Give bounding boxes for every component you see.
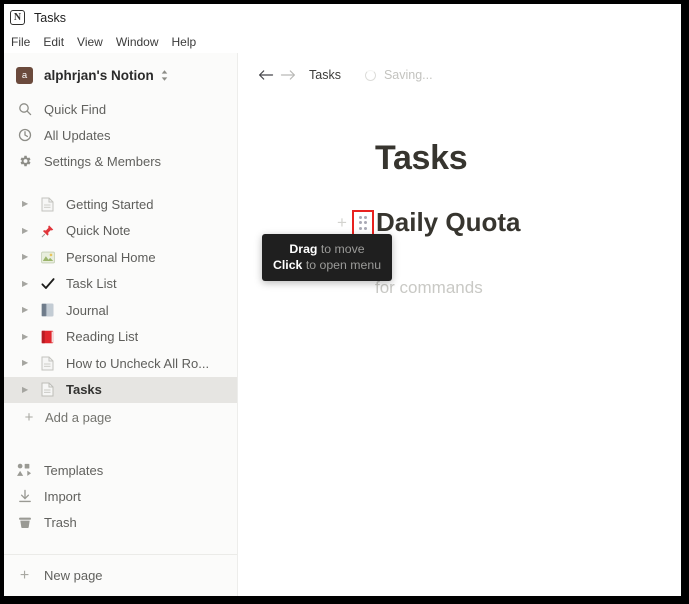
window-title: Tasks	[34, 10, 66, 25]
document-icon	[39, 196, 56, 213]
sidebar-item-label: Trash	[44, 514, 77, 530]
import-icon	[16, 488, 33, 505]
window-titlebar: N Tasks	[4, 4, 681, 31]
pushpin-icon	[39, 222, 56, 239]
spinner-icon	[364, 69, 376, 81]
chevron-right-icon[interactable]: ▶	[22, 359, 34, 367]
clock-icon	[16, 127, 33, 144]
block-heading-text[interactable]: Daily Quota	[376, 207, 520, 238]
notion-logo-icon: N	[10, 10, 25, 25]
sidebar-item-quick-note[interactable]: ▶ Quick Note	[4, 218, 237, 245]
sidebar-item-settings-members[interactable]: Settings & Members	[4, 148, 237, 174]
sidebar-item-label: Tasks	[66, 382, 102, 398]
menu-bar: File Edit View Window Help	[4, 31, 681, 53]
sidebar-item-label: Settings & Members	[44, 153, 162, 169]
sidebar-item-personal-home[interactable]: ▶ Personal Home	[4, 244, 237, 271]
sidebar-pages-group: ▶ Getting Started ▶ Quick Note ▶ Persona…	[4, 191, 237, 431]
sidebar-item-label: Task List	[66, 276, 117, 292]
templates-icon	[16, 462, 33, 479]
sidebar-item-label: Reading List	[66, 329, 139, 345]
save-status-text: Saving...	[383, 68, 433, 82]
new-page-label: New page	[44, 568, 103, 583]
sidebar-item-trash[interactable]: Trash	[4, 509, 237, 535]
house-picture-icon	[39, 249, 56, 266]
plus-icon[interactable]: +	[333, 212, 351, 234]
block-placeholder[interactable]: for commands	[375, 278, 483, 298]
workspace-name: alphrjan's Notion	[44, 67, 154, 83]
document-icon	[39, 355, 56, 372]
drag-handle-tooltip: Drag to move Click to open menu	[262, 234, 393, 281]
app-body: a alphrjan's Notion Quick Find All Updat…	[4, 53, 681, 596]
menu-item-edit[interactable]: Edit	[43, 35, 64, 49]
sidebar-item-all-updates[interactable]: All Updates	[4, 122, 237, 148]
chevron-right-icon[interactable]: ▶	[22, 306, 34, 314]
sidebar-item-import[interactable]: Import	[4, 483, 237, 509]
chevron-right-icon[interactable]: ▶	[22, 332, 34, 341]
avatar: a	[16, 66, 33, 84]
sidebar-item-label: Templates	[44, 462, 104, 478]
chevron-right-icon[interactable]: ▶	[22, 200, 34, 208]
sidebar-item-label: Quick Note	[66, 223, 131, 239]
chevron-right-icon[interactable]: ▶	[22, 253, 34, 261]
blue-book-icon	[39, 302, 56, 319]
trash-icon	[16, 514, 33, 531]
app-window: N Tasks File Edit View Window Help a alp…	[4, 4, 681, 596]
sidebar-item-tasks[interactable]: ▶ Tasks	[4, 376, 237, 403]
drag-handle-dots-icon[interactable]	[358, 215, 368, 230]
tooltip-line-1-rest: to move	[317, 242, 365, 256]
sidebar-utility-group: Templates Import Trash	[4, 457, 237, 535]
arrow-right-icon[interactable]	[277, 64, 299, 86]
sidebar-item-task-list[interactable]: ▶ Task List	[4, 271, 237, 298]
breadcrumb[interactable]: Tasks	[309, 68, 341, 82]
plus-icon: +	[19, 566, 30, 584]
workspace-switcher[interactable]: a alphrjan's Notion	[4, 58, 237, 92]
tooltip-line-1: Drag to move	[273, 241, 381, 257]
sidebar-item-label: Journal	[66, 302, 109, 318]
sidebar-item-getting-started[interactable]: ▶ Getting Started	[4, 191, 237, 218]
sidebar-item-label: Getting Started	[66, 196, 154, 212]
tooltip-line-2: Click to open menu	[273, 257, 381, 273]
chevron-right-icon[interactable]: ▶	[22, 385, 34, 394]
sidebar-item-journal[interactable]: ▶ Journal	[4, 297, 237, 324]
sidebar-item-label: All Updates	[44, 127, 111, 143]
red-book-icon	[39, 328, 56, 345]
menu-item-help[interactable]: Help	[172, 35, 197, 49]
chevron-right-icon[interactable]: ▶	[22, 279, 34, 288]
sidebar-nav-group: Quick Find All Updates Settings & Member…	[4, 92, 237, 174]
menu-item-view[interactable]: View	[77, 35, 103, 49]
new-page-button[interactable]: + New page	[4, 554, 237, 596]
chevron-right-icon[interactable]: ▶	[22, 226, 34, 235]
page-body: Tasks + Daily Quota for commands Drag to…	[238, 97, 681, 297]
sidebar-item-reading-list[interactable]: ▶ Reading List	[4, 324, 237, 351]
menu-item-file[interactable]: File	[11, 35, 30, 49]
arrow-left-icon[interactable]	[255, 64, 277, 86]
sidebar-item-label: Import	[44, 488, 81, 504]
sidebar: a alphrjan's Notion Quick Find All Updat…	[4, 53, 238, 596]
content-topbar: Tasks Saving...	[238, 53, 681, 97]
sidebar-item-quick-find[interactable]: Quick Find	[4, 96, 237, 122]
sidebar-item-how-to-uncheck[interactable]: ▶ How to Uncheck All Ro...	[4, 350, 237, 377]
add-a-page-button[interactable]: + Add a page	[4, 403, 237, 431]
gear-icon	[16, 153, 33, 170]
sidebar-item-templates[interactable]: Templates	[4, 457, 237, 483]
tooltip-line-2-rest: to open menu	[302, 258, 382, 272]
document-icon	[39, 381, 56, 398]
content-area: Tasks Saving... Tasks + Daily Quota for …	[238, 53, 681, 596]
sidebar-item-label: Personal Home	[66, 249, 156, 265]
checkmark-icon	[39, 275, 56, 292]
save-status: Saving...	[364, 68, 433, 82]
sidebar-item-label: How to Uncheck All Ro...	[66, 355, 210, 371]
plus-icon: +	[24, 408, 34, 426]
chevron-updown-icon	[160, 69, 169, 82]
page-title[interactable]: Tasks	[375, 139, 681, 178]
drag-handle-highlight	[352, 209, 374, 236]
search-icon	[16, 101, 33, 118]
menu-item-window[interactable]: Window	[116, 35, 159, 49]
tooltip-line-1-bold: Drag	[289, 242, 318, 256]
sidebar-item-label: Quick Find	[44, 101, 107, 117]
tooltip-line-2-bold: Click	[273, 258, 303, 272]
add-a-page-label: Add a page	[45, 409, 112, 425]
